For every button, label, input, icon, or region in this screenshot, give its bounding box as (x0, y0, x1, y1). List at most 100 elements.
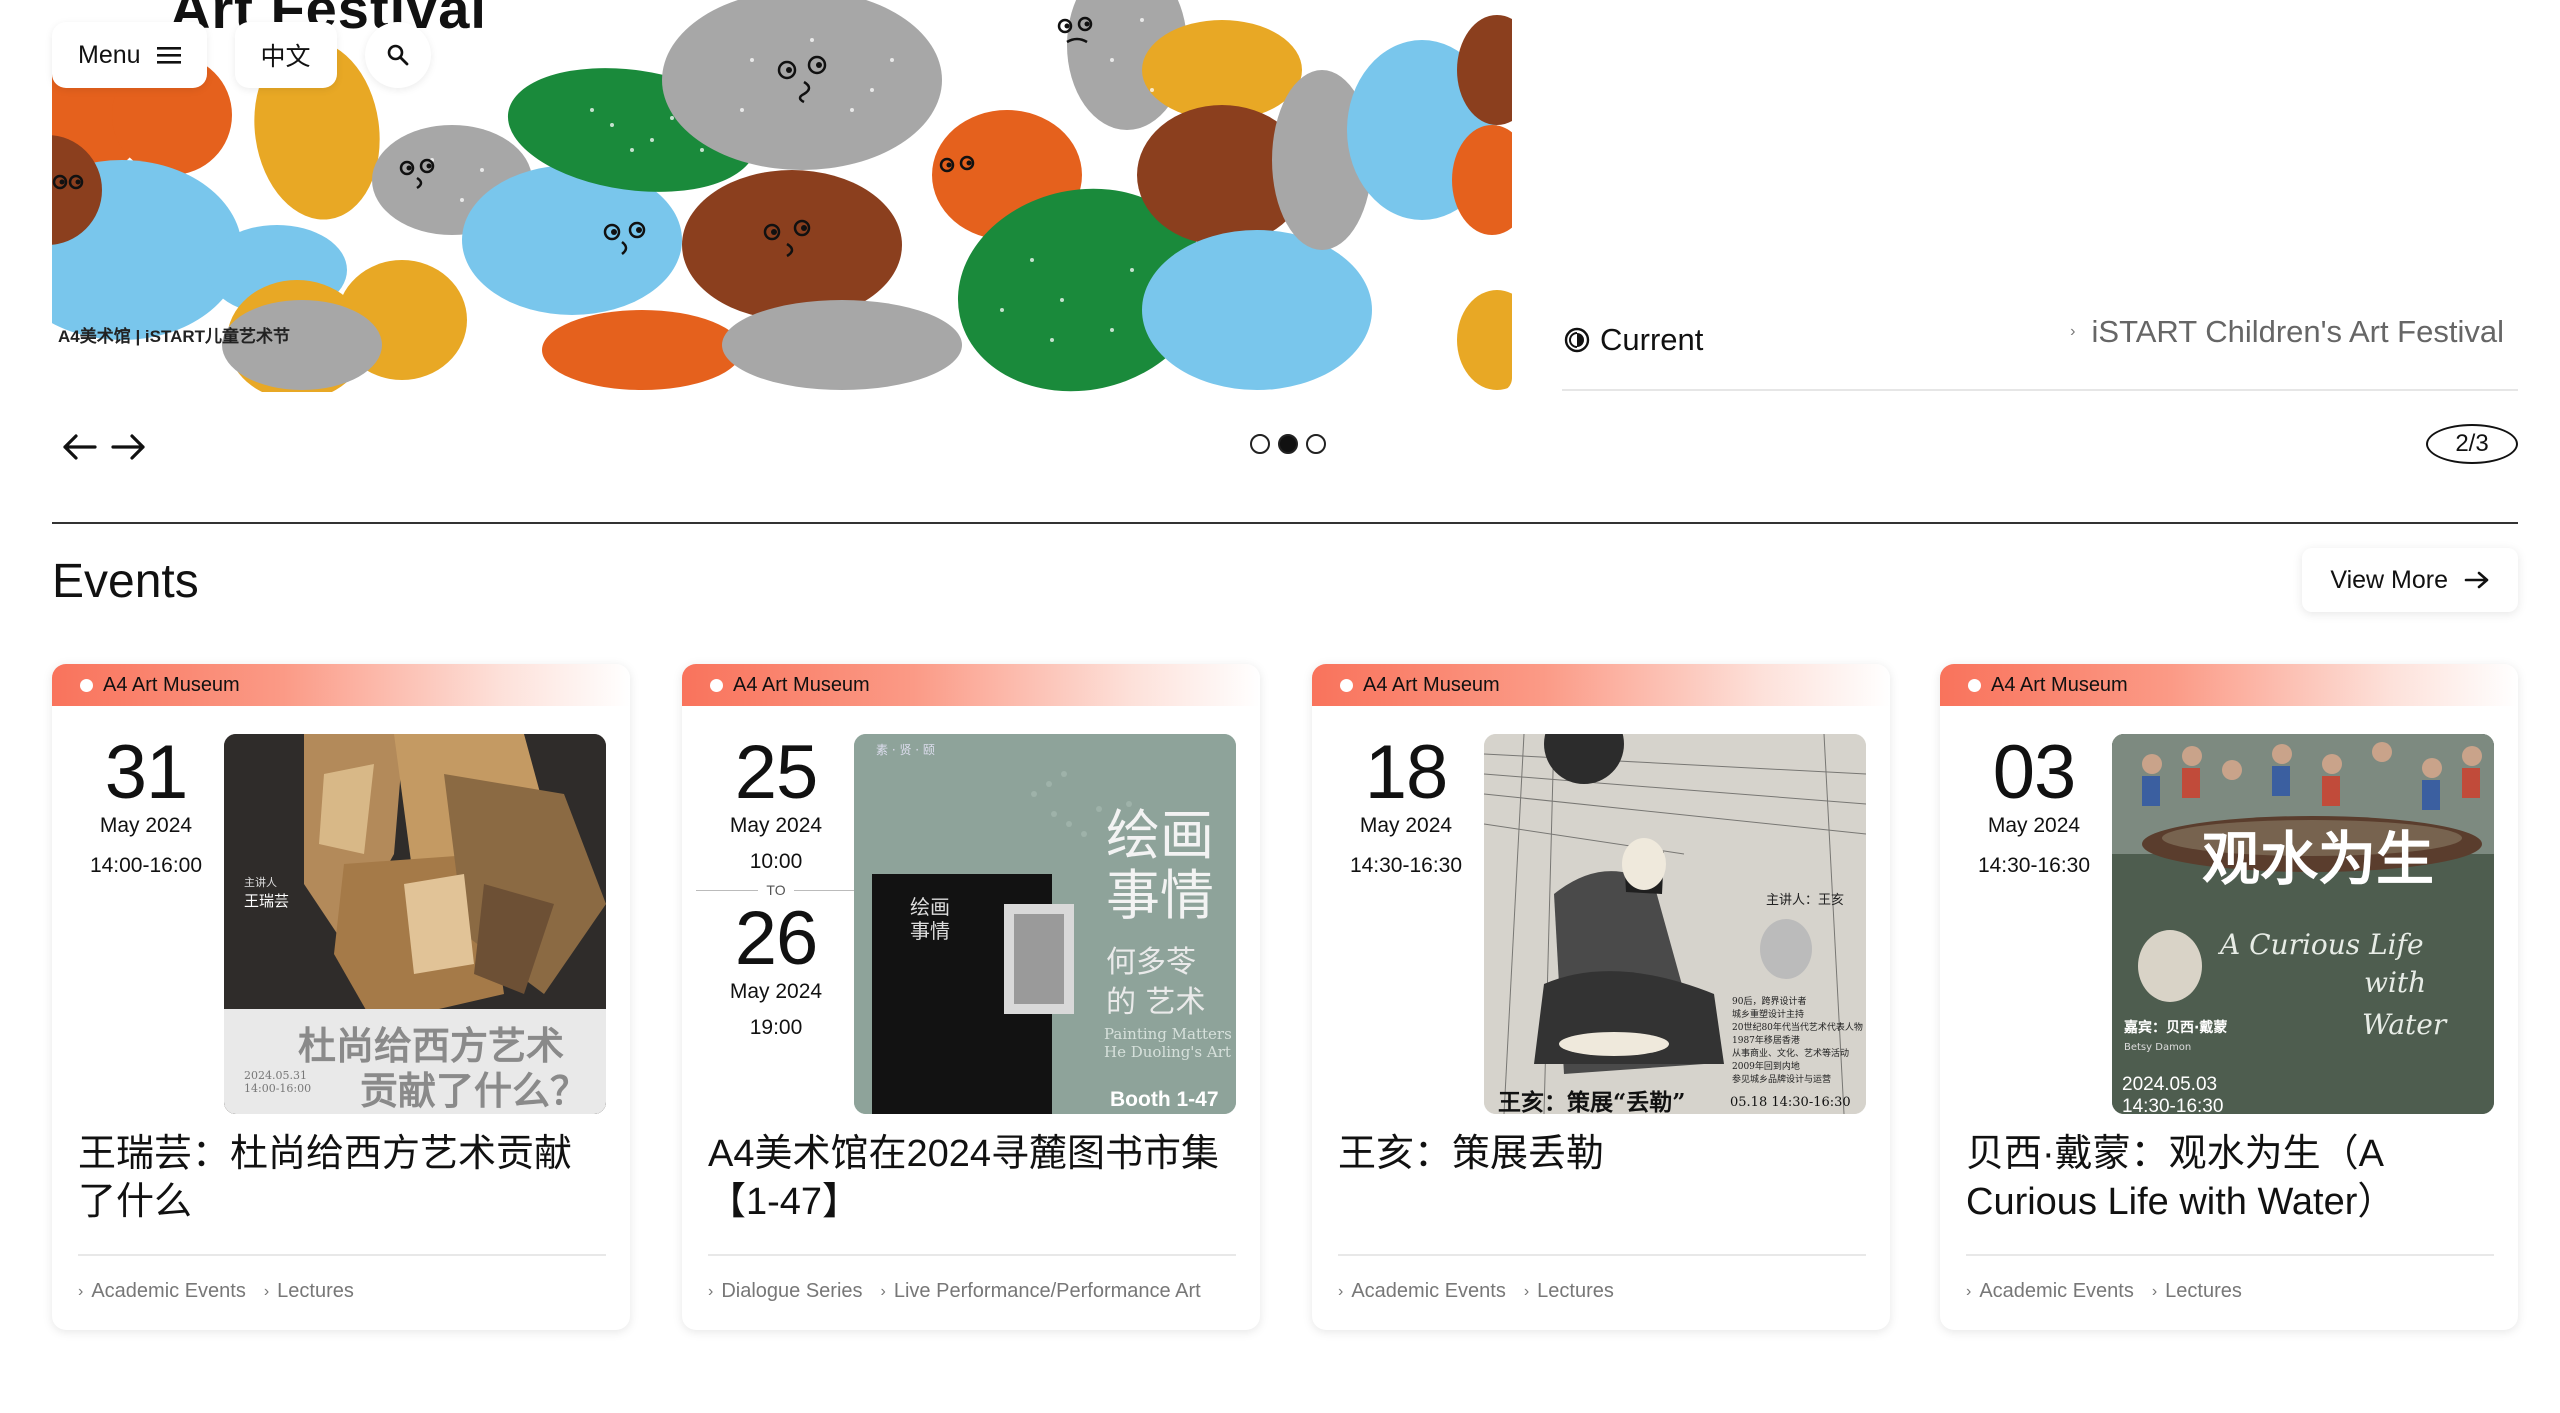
event-card[interactable]: A4 Art Museum 03 May 2024 14:30-16:30 观水… (1940, 664, 2518, 1330)
svg-text:王瑞芸: 王瑞芸 (244, 892, 289, 910)
svg-text:的 艺术: 的 艺术 (1106, 985, 1206, 1020)
search-button[interactable] (364, 22, 431, 88)
event-categories: › Dialogue Series › Live Performance/Perfo… (708, 1280, 1201, 1303)
svg-text:He Duoling's Art: He Duoling's Art (1104, 1043, 1231, 1061)
category-label: Dialogue Series (721, 1280, 863, 1302)
svg-text:Painting Matters: Painting Matters (1104, 1025, 1232, 1043)
language-button[interactable]: 中文 (234, 22, 337, 88)
event-month: May 2024 (1987, 814, 2081, 837)
next-slide-button[interactable] (106, 424, 152, 470)
category-link[interactable]: › Lectures (1524, 1280, 1614, 1303)
chevron-right-icon: › (1523, 1282, 1530, 1300)
venue-dot (1340, 678, 1353, 692)
poster-headline: 绘画 (1106, 804, 1214, 867)
chevron-right-icon: › (1338, 1282, 1344, 1300)
svg-text:主讲人：王亥: 主讲人：王亥 (1766, 893, 1844, 908)
chevron-right-icon: › (708, 1282, 714, 1300)
svg-text:何多苓: 何多苓 (1106, 945, 1196, 980)
event-categories: › Academic Events › Lectures (1338, 1280, 1614, 1303)
event-date: 03 May 2024 14:30-16:30 (1954, 734, 2114, 878)
category-label: Lectures (1537, 1280, 1614, 1302)
event-end-time: 19:00 (749, 1016, 803, 1039)
banner-logo: A4美术馆 | iSTART儿童艺术节 (58, 327, 291, 346)
category-label: Academic Events (91, 1280, 246, 1302)
event-end-month: May 2024 (729, 980, 823, 1003)
hero-section: Art Festival A4美术馆 | iSTART儿童艺术节 Menu 中文 (0, 0, 2560, 520)
chevron-right-icon: › (263, 1282, 270, 1300)
svg-text:城乡重塑设计主持: 城乡重塑设计主持 (1732, 1008, 1804, 1020)
poster-headline: 王亥：策展“丢勒” (1498, 1089, 1685, 1114)
event-time: 14:30-16:30 (1349, 854, 1463, 877)
svg-text:20世纪80年代当代艺术代表人物: 20世纪80年代当代艺术代表人物 (1732, 1021, 1863, 1033)
section-divider (52, 522, 2518, 524)
side-divider (1562, 389, 2518, 391)
venue-dot (80, 678, 93, 692)
language-label: 中文 (260, 43, 311, 71)
category-link[interactable]: › Live Performance/Performance Art (881, 1280, 1201, 1303)
svg-text:05.18 14:30-16:30: 05.18 14:30-16:30 (1730, 1095, 1851, 1110)
svg-text:事情: 事情 (1106, 864, 1214, 927)
menu-label: Menu (78, 40, 141, 69)
svg-text:1987年移居香港: 1987年移居香港 (1732, 1034, 1800, 1046)
card-divider (1338, 1254, 1866, 1256)
svg-text:90后，跨界设计者: 90后，跨界设计者 (1732, 995, 1806, 1007)
current-status: Current (1564, 322, 1703, 358)
slide-page-indicator: 2/3 (2426, 424, 2518, 464)
poster-artwork: 主讲人：王亥 90后，跨界设计者 城乡重塑设计主持 20世纪80年代当代艺术代表… (1484, 734, 1866, 1114)
events-list: A4 Art Museum 31 May 2024 14:00-16:00 杜尚… (52, 664, 2518, 1330)
festival-link-label: iSTART Children's Art Festival (2091, 314, 2505, 349)
venue-label: A4 Art Museum (1991, 673, 2128, 696)
svg-text:嘉宾：贝西·戴蒙: 嘉宾：贝西·戴蒙 (2123, 1019, 2227, 1036)
venue-tag: A4 Art Museum (682, 664, 1260, 706)
venue-label: A4 Art Museum (1363, 673, 1500, 696)
event-poster[interactable]: 主讲人：王亥 90后，跨界设计者 城乡重塑设计主持 20世纪80年代当代艺术代表… (1484, 734, 1866, 1114)
poster-artwork: 杜尚给西方艺术 贡献了什么？ 主讲人 王瑞芸 2024.05.31 14:00-… (224, 734, 606, 1114)
events-title: Events (52, 555, 199, 608)
slide-dot[interactable] (1306, 434, 1326, 454)
events-header: Events View More (52, 548, 2518, 618)
svg-text:Water: Water (2362, 1008, 2448, 1041)
menu-button[interactable]: Menu (52, 22, 207, 88)
category-link[interactable]: › Dialogue Series (708, 1280, 863, 1303)
svg-text:2024.05.03: 2024.05.03 (2122, 1074, 2217, 1095)
slide-dot[interactable] (1250, 434, 1270, 454)
event-poster[interactable]: 观水为生 A Curious Life with Water 嘉宾：贝西·戴蒙 … (2112, 734, 2494, 1114)
event-day: 18 (1364, 730, 1449, 815)
event-month: May 2024 (99, 814, 193, 837)
event-title[interactable]: A4美术馆在2024寻麓图书市集【1-47】 (708, 1130, 1238, 1226)
search-icon (387, 44, 408, 66)
category-label: Lectures (2165, 1280, 2242, 1302)
category-link[interactable]: › Academic Events (78, 1280, 246, 1303)
event-card[interactable]: A4 Art Museum 31 May 2024 14:00-16:00 杜尚… (52, 664, 630, 1330)
view-more-button[interactable]: View More (2302, 548, 2518, 612)
venue-dot (1968, 678, 1981, 692)
category-link[interactable]: › Lectures (2152, 1280, 2242, 1303)
event-title[interactable]: 王亥：策展丢勒 (1338, 1130, 1868, 1178)
event-day: 03 (1992, 730, 2077, 815)
svg-text:14:00-16:00: 14:00-16:00 (244, 1082, 311, 1095)
hamburger-icon (156, 47, 181, 64)
venue-tag: A4 Art Museum (52, 664, 630, 706)
category-link[interactable]: › Academic Events (1338, 1280, 1506, 1303)
category-link[interactable]: › Lectures (264, 1280, 354, 1303)
festival-link[interactable]: › iSTART Children's Art Festival (2070, 314, 2504, 350)
prev-slide-button[interactable] (56, 424, 102, 470)
category-link[interactable]: › Academic Events (1966, 1280, 2134, 1303)
event-poster[interactable]: 绘画 事情 绘画 事情 何多苓 的 艺术 Painting Matters He… (854, 734, 1236, 1114)
svg-text:主讲人: 主讲人 (244, 875, 277, 889)
chevron-right-icon: › (2070, 323, 2076, 340)
svg-text:绘画: 绘画 (910, 895, 950, 919)
event-card[interactable]: A4 Art Museum 18 May 2024 14:30-16:30 主讲… (1312, 664, 1890, 1330)
event-poster[interactable]: 杜尚给西方艺术 贡献了什么？ 主讲人 王瑞芸 2024.05.31 14:00-… (224, 734, 606, 1114)
event-card[interactable]: A4 Art Museum 25 May 2024 10:00 TO 26 Ma… (682, 664, 1260, 1330)
event-title[interactable]: 王瑞芸：杜尚给西方艺术贡献了什么 (78, 1130, 608, 1226)
poster-headline: 观水为生 (2202, 825, 2434, 893)
svg-text:14:30-16:30: 14:30-16:30 (2122, 1096, 2223, 1114)
event-title[interactable]: 贝西·戴蒙：观水为生（A Curious Life with Water） (1966, 1130, 2496, 1226)
event-month: May 2024 (1359, 814, 1453, 837)
svg-text:2024.05.31: 2024.05.31 (244, 1069, 307, 1082)
arrow-right-icon (111, 434, 145, 460)
chevron-right-icon: › (880, 1282, 886, 1300)
slide-dot-active[interactable] (1278, 434, 1298, 454)
venue-label: A4 Art Museum (103, 673, 240, 696)
